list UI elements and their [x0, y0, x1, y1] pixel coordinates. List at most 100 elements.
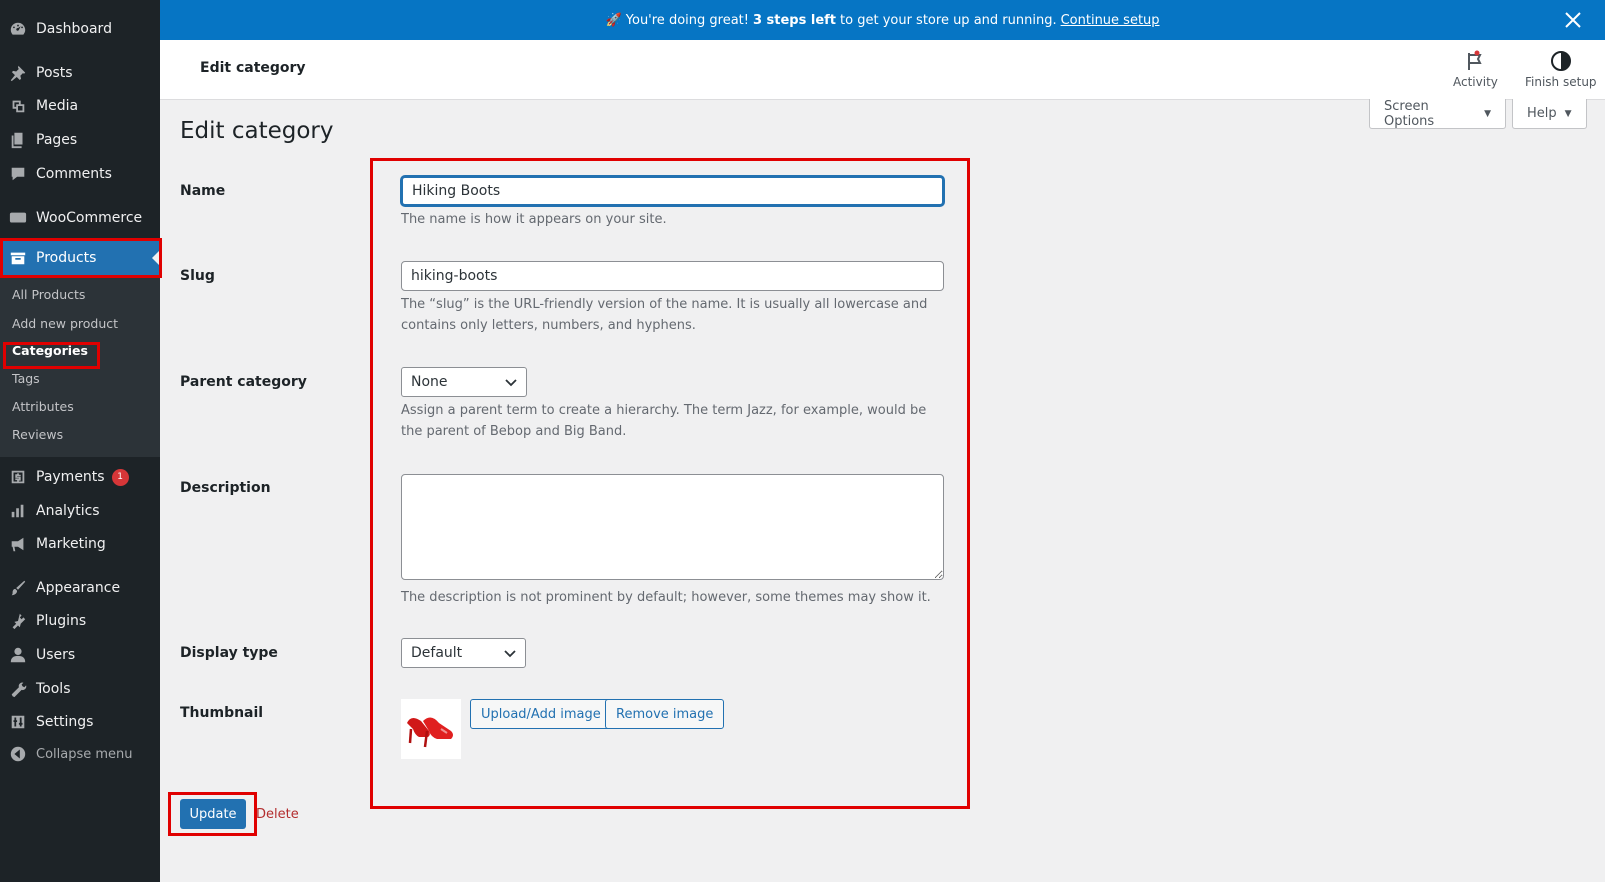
- sidebar-item-label: WooCommerce: [36, 210, 143, 226]
- thumbnail-image: [401, 699, 461, 759]
- slug-input[interactable]: [401, 261, 944, 291]
- active-indicator: [152, 250, 160, 266]
- archive-icon: [0, 249, 36, 267]
- update-button[interactable]: Update: [180, 799, 246, 829]
- activity-label: Activity: [1453, 75, 1498, 89]
- remove-image-button[interactable]: Remove image: [605, 699, 725, 729]
- sidebar-item-label: Appearance: [36, 580, 121, 596]
- parent-category-label: Parent category: [180, 374, 307, 390]
- parent-category-value: None: [411, 374, 448, 390]
- sidebar-item-comments[interactable]: Comments: [0, 157, 160, 191]
- setup-notice-bar: 🚀 You're doing great! 3 steps left to ge…: [160, 0, 1605, 40]
- brush-icon: [0, 579, 36, 597]
- media-icon: [0, 97, 36, 115]
- sliders-icon: [0, 713, 36, 731]
- collapse-icon: [0, 745, 36, 763]
- pages-icon: [0, 131, 36, 149]
- submenu-item-reviews[interactable]: Reviews: [12, 427, 63, 442]
- parent-category-select[interactable]: None: [401, 367, 527, 397]
- page-title: Edit category: [180, 118, 334, 144]
- sidebar-item-label: Media: [36, 98, 79, 114]
- wrench-icon: [0, 680, 36, 698]
- sidebar-item-settings[interactable]: Settings: [0, 705, 160, 739]
- notice-prefix: 🚀 You're doing great!: [605, 12, 749, 28]
- help-label: Help: [1527, 106, 1557, 121]
- comment-icon: [0, 165, 36, 183]
- sidebar-item-label: Tools: [36, 681, 71, 697]
- sidebar-item-marketing[interactable]: Marketing: [0, 527, 160, 561]
- half-circle-icon: [1525, 50, 1597, 72]
- sidebar-item-woocommerce[interactable]: WooCommerce: [0, 201, 160, 235]
- sidebar-item-label: Plugins: [36, 613, 87, 629]
- sidebar-item-appearance[interactable]: Appearance: [0, 571, 160, 605]
- sidebar-item-analytics[interactable]: Analytics: [0, 494, 160, 528]
- sidebar-item-label: Dashboard: [36, 21, 112, 37]
- chevron-down-icon: [504, 650, 516, 658]
- name-label: Name: [180, 183, 226, 199]
- sidebar-item-tools[interactable]: Tools: [0, 672, 160, 706]
- finish-setup-button[interactable]: Finish setup: [1525, 50, 1597, 89]
- sidebar-item-label: Comments: [36, 166, 112, 182]
- caret-down-icon: ▼: [1484, 108, 1491, 119]
- page-header-bar: Edit category Activity Finish setup: [160, 40, 1605, 100]
- products-submenu: All Products Add new product Categories …: [0, 275, 160, 457]
- slug-help-text: The “slug” is the URL-friendly version o…: [401, 297, 928, 333]
- sidebar-item-pages[interactable]: Pages: [0, 123, 160, 157]
- sidebar-item-media[interactable]: Media: [0, 89, 160, 123]
- sidebar-item-label: Payments: [36, 469, 105, 485]
- help-button[interactable]: Help ▼: [1512, 99, 1587, 129]
- woo-icon: [0, 209, 36, 227]
- delete-link[interactable]: Delete: [256, 807, 299, 822]
- sidebar-item-plugins[interactable]: Plugins: [0, 604, 160, 638]
- display-type-select[interactable]: Default: [401, 638, 526, 668]
- sidebar-item-payments[interactable]: Payments 1: [0, 460, 160, 494]
- megaphone-icon: [0, 535, 36, 553]
- dashboard-icon: [0, 20, 36, 38]
- plugin-icon: [0, 612, 36, 630]
- sidebar-item-products[interactable]: Products: [0, 241, 160, 275]
- name-input[interactable]: [401, 176, 944, 206]
- sidebar-item-label: Posts: [36, 65, 73, 81]
- collapse-menu-button[interactable]: Collapse menu: [0, 741, 160, 767]
- finish-setup-label: Finish setup: [1525, 75, 1597, 89]
- sidebar-item-label: Marketing: [36, 536, 106, 552]
- submenu-item-add-new-product[interactable]: Add new product: [12, 316, 118, 331]
- collapse-menu-label: Collapse menu: [36, 746, 133, 762]
- name-help-text: The name is how it appears on your site.: [401, 212, 667, 227]
- chart-bar-icon: [0, 502, 36, 520]
- sidebar-item-label: Products: [36, 250, 97, 266]
- sidebar-item-dashboard[interactable]: Dashboard: [0, 12, 160, 46]
- pin-icon: [0, 64, 36, 82]
- payments-badge: 1: [111, 468, 129, 486]
- sidebar-item-label: Pages: [36, 132, 78, 148]
- description-textarea[interactable]: [401, 474, 944, 580]
- sidebar-item-posts[interactable]: Posts: [0, 56, 160, 90]
- description-help-text: The description is not prominent by defa…: [401, 590, 931, 605]
- sidebar-item-users[interactable]: Users: [0, 638, 160, 672]
- user-icon: [0, 646, 36, 664]
- submenu-item-attributes[interactable]: Attributes: [12, 399, 74, 414]
- submenu-item-categories[interactable]: Categories: [12, 343, 88, 358]
- sidebar-item-label: Analytics: [36, 503, 100, 519]
- sidebar-item-label: Users: [36, 647, 76, 663]
- description-label: Description: [180, 480, 271, 496]
- sidebar-item-label: Settings: [36, 714, 94, 730]
- submenu-item-tags[interactable]: Tags: [12, 371, 40, 386]
- parent-help-text: Assign a parent term to create a hierarc…: [401, 403, 927, 439]
- activity-button[interactable]: Activity: [1453, 50, 1498, 89]
- continue-setup-link[interactable]: Continue setup: [1061, 13, 1160, 28]
- display-type-label: Display type: [180, 645, 278, 661]
- slug-label: Slug: [180, 268, 215, 284]
- close-icon[interactable]: [1563, 10, 1583, 30]
- display-type-value: Default: [411, 645, 463, 661]
- upload-image-button[interactable]: Upload/Add image: [470, 699, 612, 729]
- flag-icon: [1453, 50, 1498, 72]
- screen-options-label: Screen Options: [1384, 98, 1435, 129]
- chevron-down-icon: [505, 379, 517, 387]
- thumbnail-label: Thumbnail: [180, 705, 264, 721]
- notice-steps-left: 3 steps left: [752, 12, 837, 28]
- screen-options-button[interactable]: Screen Options ▼: [1369, 99, 1506, 129]
- caret-down-icon: ▼: [1564, 108, 1572, 119]
- dollar-icon: [0, 468, 36, 486]
- submenu-item-all-products[interactable]: All Products: [12, 287, 85, 302]
